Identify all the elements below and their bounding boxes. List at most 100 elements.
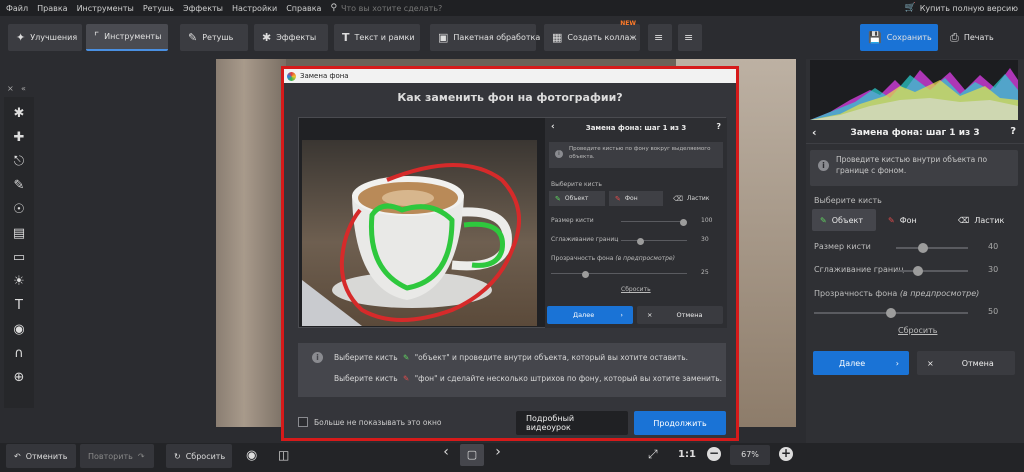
menu-tools[interactable]: Инструменты <box>77 4 134 13</box>
cart-icon: 🛒 <box>904 3 916 13</box>
slider-knob[interactable] <box>886 308 896 318</box>
search-box[interactable]: ⚲ Что вы хотите сделать? <box>330 3 442 13</box>
globe-tool-icon[interactable]: ⊕ <box>10 369 28 387</box>
gradient-tool-icon[interactable]: ▤ <box>10 225 28 243</box>
mini-brush-background-icon: ✎ <box>615 194 621 203</box>
reset-button[interactable]: ↻ Сбросить <box>166 444 232 468</box>
next-photo-button[interactable]: › <box>488 444 508 466</box>
slider-knob[interactable] <box>912 266 923 276</box>
smoothing-slider[interactable] <box>896 266 968 276</box>
video-tutorial-button[interactable]: Подробный видеоурок <box>516 411 628 435</box>
magnet-tool-icon[interactable]: ∩ <box>10 345 28 363</box>
brush-icon: ✎ <box>188 31 198 44</box>
menu-effects[interactable]: Эффекты <box>183 4 223 13</box>
dont-show-label: Больше не показывать это окно <box>314 417 442 427</box>
save-button[interactable]: 💾 Сохранить <box>860 24 938 51</box>
cancel-button[interactable]: × Отмена <box>917 351 1015 375</box>
magic-wand-tool-icon[interactable]: ✱ <box>10 105 28 123</box>
tab-text-frames[interactable]: T Текст и рамки <box>334 24 420 51</box>
instruction-line-1: Выберите кисть ✎ "объект" и проведите вн… <box>334 353 688 362</box>
menu-help[interactable]: Справка <box>286 4 321 13</box>
radial-tool-icon[interactable]: ☉ <box>10 201 28 219</box>
slider-knob[interactable] <box>581 270 589 278</box>
dialog-window-title: Замена фона <box>300 72 349 80</box>
opacity-label: Прозрачность фона <box>814 289 898 298</box>
close-icon[interactable]: × <box>7 84 14 93</box>
opacity-slider[interactable] <box>814 308 968 318</box>
zoom-out-icon[interactable]: − <box>707 447 721 461</box>
cancel-label: Отмена <box>961 358 994 368</box>
prev-photo-button[interactable]: ‹ <box>436 444 456 466</box>
remove-layer-button[interactable]: ≡ <box>678 24 702 51</box>
brush-object-button[interactable]: ✎ Объект <box>812 209 876 231</box>
collage-icon: ▦ <box>552 31 563 44</box>
zoom-level[interactable]: 67% <box>730 445 770 465</box>
mini-brush-background: ✎ Фон <box>609 191 663 206</box>
redo-button[interactable]: Повторить ↷ <box>80 444 154 468</box>
continue-label: Продолжить <box>653 418 707 428</box>
instructions-info-icon: i <box>312 352 323 363</box>
buy-full-version-link[interactable]: 🛒 Купить полную версию <box>904 0 1018 16</box>
brush-tool-icon[interactable]: ✎ <box>10 177 28 195</box>
mini-panel-title: Замена фона: шаг 1 из 3 <box>585 124 687 132</box>
dont-show-checkbox[interactable] <box>298 417 308 427</box>
opacity-label-row: Прозрачность фона (в предпросмотре) <box>814 289 979 298</box>
folder-icon[interactable]: ▢ <box>460 444 484 466</box>
tab-retouch[interactable]: ✎ Ретушь <box>180 24 248 51</box>
brush-eraser-button[interactable]: ⌫ Ластик <box>950 209 1016 231</box>
bandage-tool-icon[interactable]: ✚ <box>10 129 28 147</box>
next-button[interactable]: Далее › <box>813 351 909 375</box>
vignette-tool-icon[interactable]: ▭ <box>10 249 28 267</box>
collapse-icon[interactable]: « <box>21 84 26 93</box>
brush-size-label: Размер кисти <box>814 242 871 251</box>
collage-button[interactable]: ▦ Создать коллаж NEW <box>544 20 640 51</box>
mini-next-label: Далее <box>573 311 595 319</box>
menu-settings[interactable]: Настройки <box>232 4 277 13</box>
undo-label: Отменить <box>25 451 68 461</box>
continue-button[interactable]: Продолжить <box>634 411 726 435</box>
right-panel-hint-text: Проведите кистью внутри объекта по грани… <box>836 155 988 175</box>
undo-button[interactable]: ↶ Отменить <box>6 444 76 468</box>
menu-file[interactable]: Файл <box>6 4 28 13</box>
mini-choose-brush: Выберите кисть <box>551 181 602 188</box>
zoom-in-icon[interactable]: + <box>779 447 793 461</box>
brush-size-slider[interactable] <box>896 243 968 253</box>
choose-brush-label: Выберите кисть <box>814 196 882 205</box>
batch-label: Пакетная обработка <box>453 33 541 42</box>
save-label: Сохранить <box>886 33 932 42</box>
help-icon[interactable]: ? <box>1010 126 1016 137</box>
reset-label: Сбросить <box>185 451 226 461</box>
add-layer-button[interactable]: ≡ <box>648 24 672 51</box>
fill-tool-icon[interactable]: ◉ <box>10 321 28 339</box>
mini-opacity-slider <box>551 270 687 278</box>
mini-brush-size-value: 100 <box>701 217 713 224</box>
light-tool-icon[interactable]: ☀ <box>10 273 28 291</box>
compare-icon[interactable]: ◫ <box>278 448 289 462</box>
right-panel-hint: i Проведите кистью внутри объекта по гра… <box>810 150 1018 186</box>
dialog-titlebar: Замена фона <box>284 69 736 83</box>
dialog-footer: Больше не показывать это окно Подробный … <box>284 407 736 441</box>
tab-tools[interactable]: ⌜ Инструменты <box>86 24 168 51</box>
coffee-photo <box>302 140 537 326</box>
actual-size-button[interactable]: 1:1 <box>678 449 696 460</box>
brush-background-button[interactable]: ✎ Фон <box>880 209 942 231</box>
fit-screen-icon[interactable]: ⤢ <box>648 447 658 462</box>
menu-edit[interactable]: Правка <box>37 4 67 13</box>
reset-link[interactable]: Сбросить <box>898 326 937 335</box>
dont-show-checkbox-row[interactable]: Больше не показывать это окно <box>298 417 442 427</box>
print-button[interactable]: ⎙ Печать <box>942 24 1010 51</box>
menu-retouch[interactable]: Ретушь <box>143 4 174 13</box>
stamp-tool-icon[interactable]: ⎋ <box>10 153 28 171</box>
tab-improve[interactable]: ✦ Улучшения <box>8 24 82 51</box>
batch-button[interactable]: ▣ Пакетная обработка <box>430 24 540 51</box>
mini-brush-eraser: ⌫ Ластик <box>667 191 723 206</box>
reset-icon: ↻ <box>174 451 181 461</box>
instruction-2-prefix: Выберите кисть <box>334 374 398 383</box>
mini-brush-eraser-label: Ластик <box>686 195 710 202</box>
slider-knob[interactable] <box>680 218 688 226</box>
text-tool-icon[interactable]: T <box>10 297 28 315</box>
tab-effects[interactable]: ✱ Эффекты <box>254 24 328 51</box>
mini-brush-size-slider <box>621 218 688 226</box>
slider-knob[interactable] <box>637 237 645 245</box>
eye-icon[interactable]: ◉ <box>246 448 257 463</box>
